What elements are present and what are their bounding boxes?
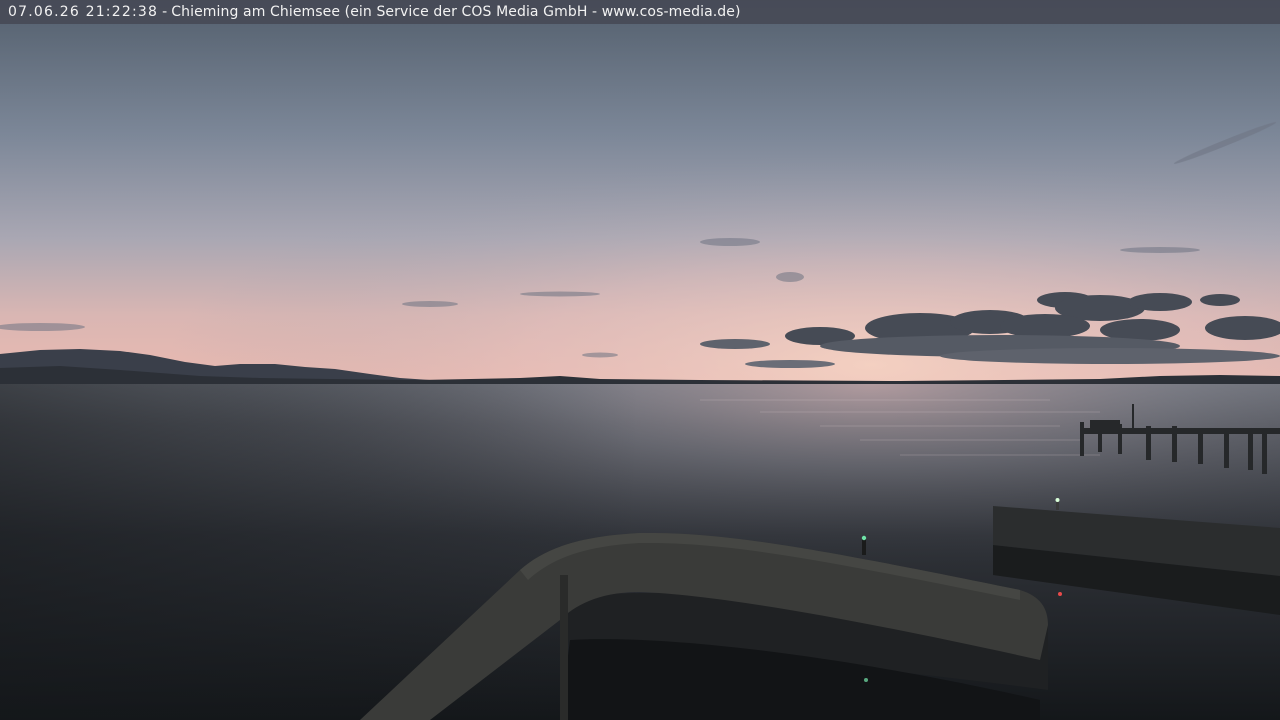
timestamp: 07.06.26 21:22:38 [8,4,159,20]
caption-separator: - [162,4,168,20]
webcam-image [0,0,1280,720]
webcam-caption-bar: 07.06.26 21:22:38 - Chieming am Chiemsee… [0,0,1280,24]
webcam-frame: 07.06.26 21:22:38 - Chieming am Chiemsee… [0,0,1280,720]
location-caption: Chieming am Chiemsee (ein Service der CO… [171,4,741,20]
